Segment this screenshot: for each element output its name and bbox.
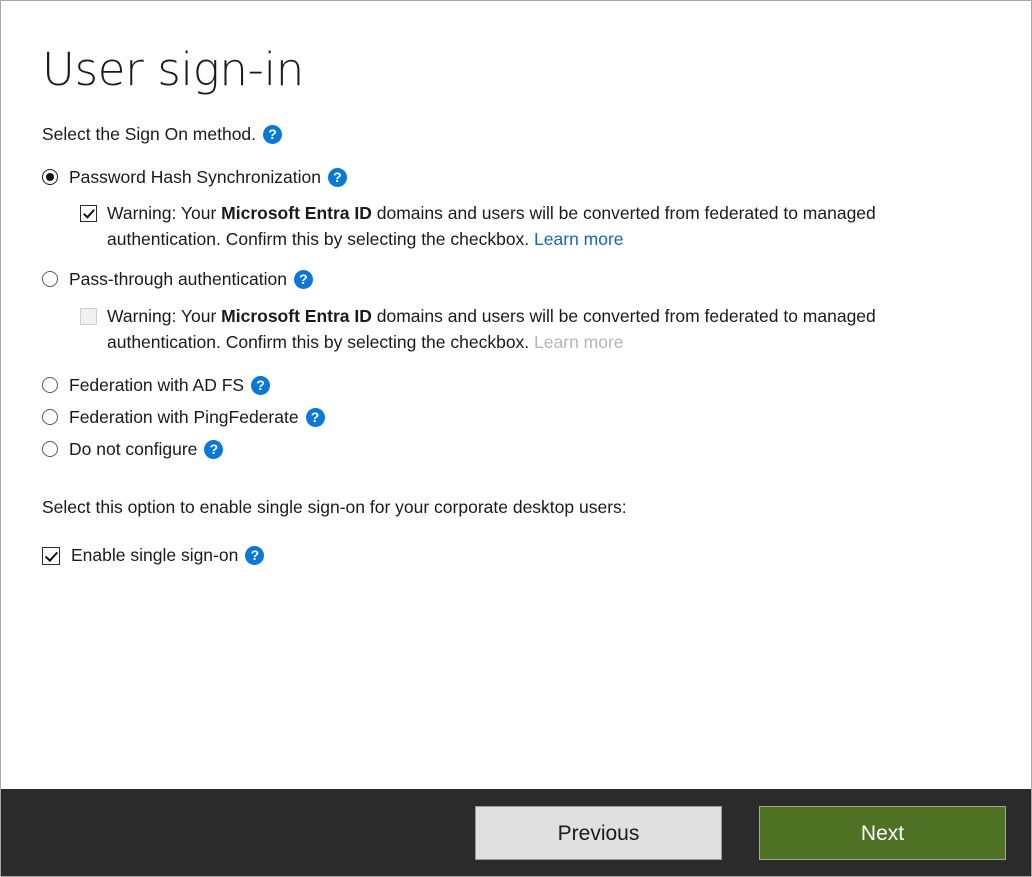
warning-block-pass-through: Warning: Your Microsoft Entra ID domains… xyxy=(80,303,991,355)
radio-indicator[interactable] xyxy=(42,271,58,287)
enable-single-sign-on-checkbox[interactable] xyxy=(42,546,60,565)
page-title: User sign-in xyxy=(42,43,305,96)
help-icon[interactable] xyxy=(245,546,265,565)
warning-emphasis: Microsoft Entra ID xyxy=(221,306,372,326)
enable-single-sign-on-label: Enable single sign-on xyxy=(71,545,239,565)
radio-indicator[interactable] xyxy=(42,441,58,457)
help-icon[interactable] xyxy=(305,407,325,427)
sign-on-method-instruction: Select the Sign On method. xyxy=(42,123,991,145)
enable-single-sign-on-row[interactable]: Enable single sign-on xyxy=(42,545,991,566)
warning-confirm-checkbox-disabled xyxy=(80,308,97,325)
radio-indicator[interactable] xyxy=(42,409,58,425)
next-button[interactable]: Next xyxy=(759,805,1006,860)
wizard-window: User sign-in Select the Sign On method. … xyxy=(0,0,1032,877)
help-icon[interactable] xyxy=(263,124,283,144)
radio-label: Federation with AD FS xyxy=(69,375,245,395)
radio-indicator[interactable] xyxy=(42,377,58,393)
warning-prefix: Warning: Your xyxy=(107,306,222,326)
single-sign-on-instruction: Select this option to enable single sign… xyxy=(42,497,627,517)
radio-indicator[interactable] xyxy=(42,169,58,185)
radio-option-password-hash-synchronization[interactable]: Password Hash Synchronization xyxy=(42,166,991,188)
previous-button[interactable]: Previous xyxy=(475,805,722,860)
warning-block-password-hash-sync: Warning: Your Microsoft Entra ID domains… xyxy=(80,200,991,252)
radio-option-do-not-configure[interactable]: Do not configure xyxy=(42,438,991,460)
radio-label: Federation with PingFederate xyxy=(69,407,299,427)
learn-more-link[interactable]: Learn more xyxy=(534,229,624,249)
warning-confirm-checkbox[interactable] xyxy=(80,205,97,222)
wizard-footer: Previous Next xyxy=(1,789,1031,876)
help-icon[interactable] xyxy=(327,167,347,187)
radio-label: Password Hash Synchronization xyxy=(69,167,321,187)
wizard-content-pane: User sign-in Select the Sign On method. … xyxy=(1,1,1031,790)
help-icon[interactable] xyxy=(251,375,271,395)
radio-label: Pass-through authentication xyxy=(69,269,287,289)
warning-prefix: Warning: Your xyxy=(107,203,222,223)
warning-emphasis: Microsoft Entra ID xyxy=(221,203,372,223)
radio-option-federation-ad-fs[interactable]: Federation with AD FS xyxy=(42,374,991,396)
learn-more-link-disabled: Learn more xyxy=(534,332,624,352)
help-icon[interactable] xyxy=(293,269,313,289)
warning-text: Warning: Your Microsoft Entra ID domains… xyxy=(107,200,967,252)
radio-option-federation-pingfederate[interactable]: Federation with PingFederate xyxy=(42,406,991,428)
help-icon[interactable] xyxy=(204,439,224,459)
radio-label: Do not configure xyxy=(69,439,198,459)
radio-option-pass-through-authentication[interactable]: Pass-through authentication xyxy=(42,268,991,290)
sign-on-method-instruction-text: Select the Sign On method. xyxy=(42,124,257,144)
warning-text: Warning: Your Microsoft Entra ID domains… xyxy=(107,303,967,355)
